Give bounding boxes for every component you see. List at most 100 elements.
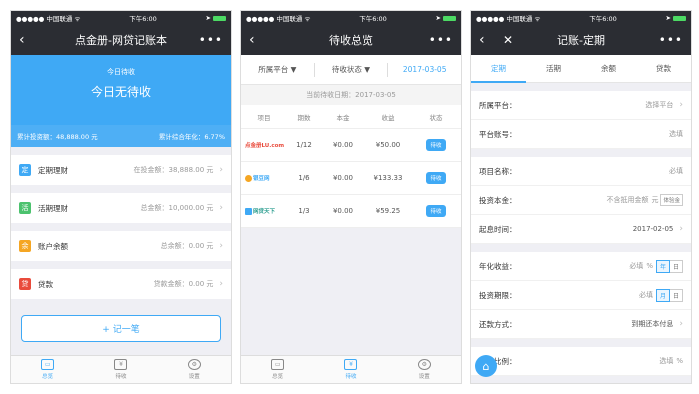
trial-fund-button[interactable]: 体验金: [660, 194, 683, 206]
term-day-toggle[interactable]: 日: [669, 288, 683, 302]
col-status: 状态: [429, 113, 443, 122]
table-row[interactable]: 网贷天下 1/3 ¥0.00 ¥59.25 待收: [241, 195, 461, 228]
platform-select[interactable]: 选择平台: [645, 100, 673, 110]
start-date-value[interactable]: 2017-02-05: [633, 225, 674, 233]
more-icon[interactable]: •••: [659, 33, 683, 47]
yen-doc-icon: ¥: [344, 359, 358, 370]
chevron-right-icon: ›: [219, 279, 223, 289]
clock-label: 下午6:00: [589, 15, 617, 23]
card-loan[interactable]: 贷 贷款 贷款金额：0.00 元 ›: [11, 269, 231, 299]
tab-current[interactable]: 活期: [526, 55, 581, 83]
gear-icon: ⚙: [187, 359, 201, 370]
field-label: 平台账号：: [479, 129, 517, 139]
back-icon[interactable]: ‹: [479, 32, 493, 48]
status-badge[interactable]: 待收: [426, 172, 446, 184]
account-input[interactable]: 选填: [669, 129, 683, 139]
tab-due[interactable]: ¥ 待收: [114, 359, 128, 380]
ratio-row[interactable]: 抵息比例： 选填%: [471, 347, 691, 376]
period-cell: 1/12: [296, 141, 312, 149]
status-badge[interactable]: 待收: [426, 205, 446, 217]
account-row[interactable]: 平台账号： 选填: [471, 120, 691, 149]
current-date: 当前待收日期：2017-03-05: [241, 85, 461, 105]
status-badge[interactable]: 待收: [426, 139, 446, 151]
home-float-icon[interactable]: ⌂: [475, 355, 497, 377]
principal-input[interactable]: 不含抵用金额: [606, 195, 648, 205]
card-fixed[interactable]: 定 定期理财 在投金额：38,888.00 元 ›: [11, 155, 231, 185]
today-due-value: 今日无待收: [90, 85, 151, 99]
loan-icon: 贷: [19, 278, 31, 290]
close-icon[interactable]: ✕: [503, 33, 513, 47]
total-investment: 累计投资额：48,888.00 元: [17, 133, 98, 141]
term-month-toggle[interactable]: 月: [655, 288, 670, 302]
table-row[interactable]: 点金册LU.com 1/12 ¥0.00 ¥50.00 待收: [241, 129, 461, 162]
tab-overview[interactable]: ▭ 总览: [41, 359, 55, 380]
rate-day-toggle[interactable]: 日: [669, 259, 683, 273]
more-icon[interactable]: •••: [199, 33, 223, 47]
wallet-icon: ▭: [41, 359, 55, 370]
tab-loan[interactable]: 贷款: [636, 55, 691, 83]
tab-bar: ▭ 总览 ¥ 待收 ⚙ 设置: [11, 355, 231, 383]
status-filter[interactable]: 待收状态 ▼: [315, 64, 388, 75]
battery-icon: ➤: [436, 14, 456, 22]
field-label: 年化收益：: [479, 261, 517, 271]
period-cell: 1/3: [298, 207, 310, 215]
current-icon: 活: [19, 202, 31, 214]
term-input[interactable]: 必填: [639, 290, 653, 300]
tab-overview[interactable]: ▭ 总览: [271, 359, 285, 380]
tab-fixed[interactable]: 定期: [471, 55, 526, 83]
unit-label: %: [676, 357, 683, 365]
term-row[interactable]: 投资期限： 必填月日: [471, 281, 691, 310]
record-form: 所属平台： 选择平台 › 平台账号： 选填 项目名称： 必填 投资本金： 不含抵用…: [471, 83, 691, 383]
tab-label: 总览: [272, 374, 284, 380]
tab-label: 设置: [188, 374, 200, 380]
tab-label: 设置: [418, 374, 430, 380]
tab-settings[interactable]: ⚙ 设置: [417, 359, 431, 380]
principal-row[interactable]: 投资本金： 不含抵用金额元体验金: [471, 186, 691, 215]
project-row[interactable]: 项目名称： 必填: [471, 157, 691, 186]
tab-bar: ▭ 总览 ¥ 待收 ⚙ 设置: [241, 355, 461, 383]
project-input[interactable]: 必填: [669, 166, 683, 176]
ratio-input[interactable]: 选填: [659, 356, 673, 366]
platform-filter[interactable]: 所属平台 ▼: [241, 64, 314, 75]
field-label: 所属平台：: [479, 100, 517, 110]
card-value: 总金额：10,000.00 元: [140, 204, 214, 212]
repay-row[interactable]: 还款方式： 到期还本付息 ›: [471, 310, 691, 339]
principal-cell: ¥0.00: [332, 141, 354, 149]
col-income: 收益: [381, 113, 395, 122]
more-icon[interactable]: •••: [429, 33, 453, 47]
screen-overview: ●●●●● 中国联通 ᯤ 下午6:00 ➤ ‹ 点金册-网贷记账本 ••• 今日…: [10, 10, 232, 384]
card-value: 总余额：0.00 元: [160, 242, 214, 250]
chevron-right-icon: ›: [679, 100, 683, 110]
platform-row[interactable]: 所属平台： 选择平台 ›: [471, 91, 691, 120]
field-label: 项目名称：: [479, 166, 517, 176]
carrier-label: ●●●●● 中国联通 ᯤ: [16, 15, 81, 23]
clock-label: 下午6:00: [129, 15, 157, 23]
tab-label: 待收: [115, 374, 127, 380]
card-label: 定期理财: [38, 165, 68, 175]
rate-row[interactable]: 年化收益： 必填% 年日: [471, 252, 691, 281]
filter-bar: 所属平台 ▼ 待收状态 ▼ 2017-03-05: [241, 55, 461, 85]
repay-select[interactable]: 到期还本付息: [631, 319, 673, 329]
date-filter[interactable]: 2017-03-05: [388, 65, 461, 74]
logo-mark-icon: [245, 208, 252, 215]
card-balance[interactable]: 余 账户余额 总余额：0.00 元 ›: [11, 231, 231, 261]
yen-doc-icon: ¥: [114, 359, 128, 370]
wallet-icon: ▭: [271, 359, 285, 370]
unit-label: 元: [651, 196, 659, 204]
add-record-button[interactable]: + 记一笔: [21, 315, 221, 342]
nav-bar: ‹ ✕ 记账-定期 •••: [471, 25, 691, 55]
card-current[interactable]: 活 活期理财 总金额：10,000.00 元 ›: [11, 193, 231, 223]
back-icon[interactable]: ‹: [249, 32, 263, 48]
rate-input[interactable]: 必填: [629, 261, 643, 271]
rate-year-toggle[interactable]: 年: [655, 259, 670, 273]
table-row[interactable]: 银豆网 1/6 ¥0.00 ¥133.33 待收: [241, 162, 461, 195]
field-label: 投资本金：: [479, 195, 517, 205]
tab-due[interactable]: ¥ 待收: [344, 359, 358, 380]
summary-stats: 累计投资额：48,888.00 元 累计综合年化：6.77%: [11, 125, 231, 147]
carrier-label: ●●●●● 中国联通 ᯤ: [246, 15, 311, 23]
back-icon[interactable]: ‹: [19, 32, 33, 48]
tab-balance[interactable]: 余额: [581, 55, 636, 83]
chevron-right-icon: ›: [219, 241, 223, 251]
start-date-row[interactable]: 起息时间： 2017-02-05 ›: [471, 215, 691, 244]
tab-settings[interactable]: ⚙ 设置: [187, 359, 201, 380]
